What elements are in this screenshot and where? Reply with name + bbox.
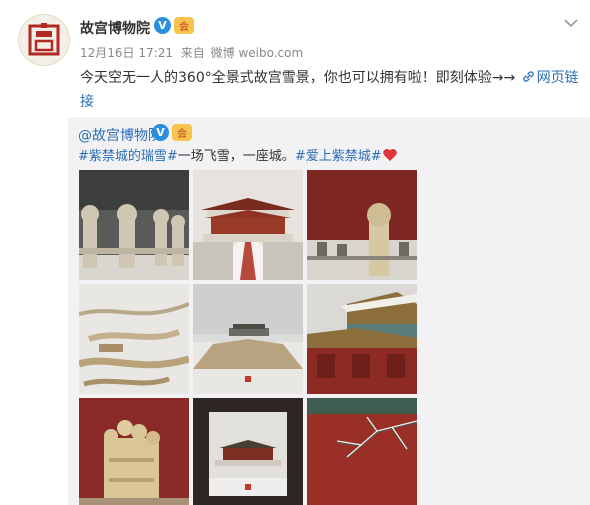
photo-snowy-branch-red-wall[interactable] [307,398,417,505]
photo-stone-pillar-red-wall[interactable] [307,170,417,280]
photo-gate-view-snow[interactable] [193,398,303,505]
hashtag-ruixue[interactable]: #紫禁城的瑞雪# [78,149,178,164]
source-label: 来自 [180,46,205,60]
photo-winding-bridge-snow[interactable] [79,284,189,394]
post-text: 今天空无一人的360°全景式故宫雪景，你也可以拥有啦！即刻体验→→ 网页链接 [80,66,580,114]
retweet-card: @故宫博物院 V 会 #紫禁城的瑞雪#一场飞雪，一座城。#爱上紫禁城# [68,117,590,505]
retweet-body: 一场飞雪，一座城。 [177,149,295,164]
author-name[interactable]: 故宫博物院 [80,18,150,38]
palace-seal-icon [28,23,60,56]
retweet-verified-icon: V [152,124,169,141]
hashtag-love-zijincheng[interactable]: #爱上紫禁城# [295,149,382,164]
link-icon[interactable] [522,70,535,83]
source-link[interactable]: 微博 weibo.com [211,46,304,60]
photo-snowy-stone-railings[interactable] [79,170,189,280]
post-time[interactable]: 17:21 [138,46,173,60]
verified-icon: V [154,17,171,34]
post-body: 今天空无一人的360°全景式故宫雪景，你也可以拥有啦！即刻体验→→ [80,70,516,86]
avatar[interactable] [18,14,70,66]
weibo-post: 故宫博物院 V 会 12月16日 17:21 来自 微博 weibo.com 今… [0,0,590,505]
photo-taihe-hall-snow[interactable] [193,170,303,280]
post-meta: 12月16日 17:21 来自 微博 weibo.com [80,44,303,61]
photo-carved-tower-red-wall[interactable] [79,398,189,505]
member-badge-icon[interactable]: 会 [174,17,194,34]
post-date[interactable]: 12月16日 [80,46,135,60]
retweet-author[interactable]: @故宫博物院 [78,125,162,145]
photo-moat-bridge-snow[interactable] [193,284,303,394]
photo-palace-roof-snow[interactable] [307,284,417,394]
retweet-member-badge-icon[interactable]: 会 [172,124,192,141]
retweet-text: #紫禁城的瑞雪#一场飞雪，一座城。#爱上紫禁城# [78,145,398,164]
heart-icon [382,149,397,161]
chevron-down-icon[interactable] [562,14,580,32]
